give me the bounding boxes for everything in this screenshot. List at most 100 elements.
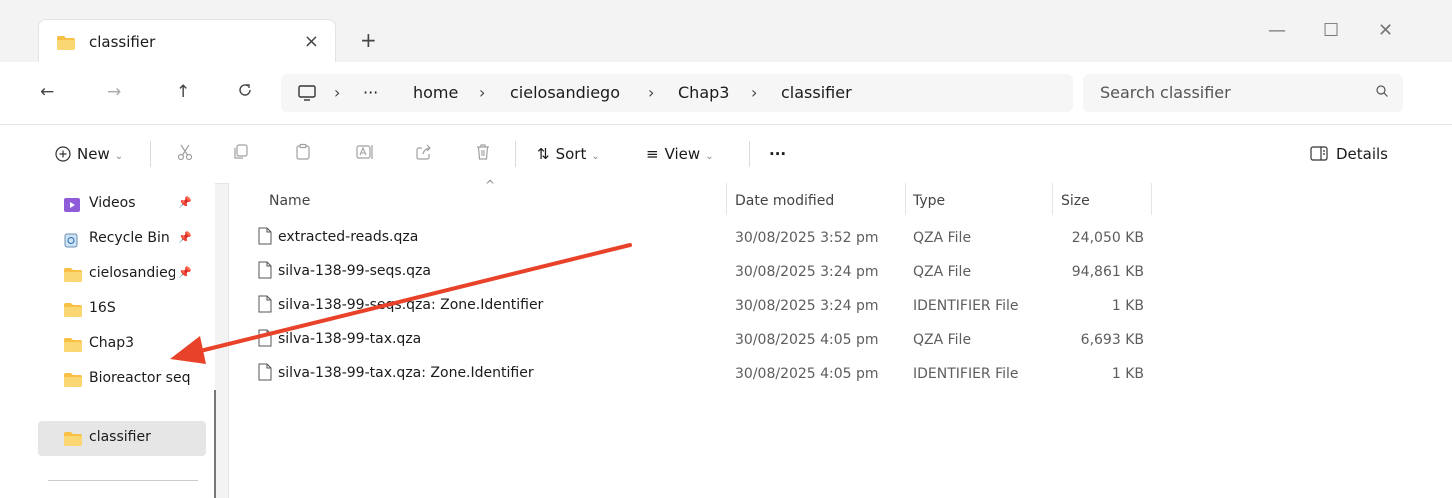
file-date: 30/08/2025 3:52 pm (735, 230, 879, 246)
new-button[interactable]: New ⌄ (55, 145, 123, 163)
sidebar-item-label: Videos (89, 195, 136, 211)
this-pc-icon (297, 84, 317, 106)
breadcrumb-overflow[interactable]: ··· (363, 83, 378, 102)
new-label: New (77, 145, 110, 163)
column-divider[interactable] (726, 183, 727, 215)
file-size: 1 KB (1111, 366, 1144, 382)
column-divider[interactable] (905, 183, 906, 215)
table-row[interactable]: silva-138-99-seqs.qza 30/08/2025 3:24 pm… (229, 257, 1452, 291)
sidebar-item-label: Chap3 (89, 335, 135, 351)
file-type: QZA File (913, 332, 972, 348)
forward-button[interactable]: → (107, 82, 121, 102)
new-tab-button[interactable]: + (360, 28, 377, 52)
column-header-name[interactable]: Name (269, 193, 310, 209)
details-button[interactable]: Details (1310, 145, 1388, 163)
folder-icon (63, 431, 83, 451)
file-date: 30/08/2025 4:05 pm (735, 332, 879, 348)
breadcrumb-chap3[interactable]: Chap3 (678, 83, 729, 102)
sort-icon: ⇅ (537, 145, 550, 163)
title-bar: classifier × + — ☐ ✕ (0, 0, 1452, 62)
file-date: 30/08/2025 3:24 pm (735, 264, 879, 280)
navigation-bar: ← → ↑ › ··· home › cielosandiego › Chap3… (0, 62, 1452, 125)
cut-icon[interactable] (177, 143, 195, 165)
breadcrumb-separator: › (334, 83, 341, 102)
delete-icon[interactable] (474, 143, 492, 165)
file-name: silva-138-99-seqs.qza꞉ Zone.Identifier (278, 297, 544, 313)
more-options-button[interactable]: ··· (769, 145, 786, 163)
rename-icon[interactable] (355, 143, 375, 165)
breadcrumb-cielosandiego[interactable]: cielosandiego (510, 83, 620, 102)
file-icon (258, 363, 272, 385)
file-date: 30/08/2025 4:05 pm (735, 366, 879, 382)
sidebar-item-label: classifier (89, 429, 151, 445)
sidebar-item-bioreactor-seq[interactable]: Bioreactor seq (38, 362, 206, 397)
view-button[interactable]: ≡ View ⌄ (646, 145, 714, 163)
share-icon[interactable] (415, 143, 433, 165)
breadcrumb-classifier[interactable]: classifier (781, 83, 852, 102)
column-header-type[interactable]: Type (913, 193, 945, 209)
folder-icon (56, 35, 76, 55)
up-button[interactable]: ↑ (176, 82, 190, 102)
details-pane-icon (1310, 146, 1328, 161)
refresh-icon (239, 84, 251, 96)
copy-icon[interactable] (232, 143, 250, 165)
maximize-button[interactable]: ☐ (1323, 20, 1339, 41)
sidebar-item-chap3[interactable]: Chap3 (38, 327, 206, 362)
file-type: QZA File (913, 264, 972, 280)
search-input[interactable]: Search classifier (1083, 74, 1403, 112)
file-icon (258, 227, 272, 249)
refresh-button[interactable] (237, 82, 253, 103)
folder-icon (63, 267, 83, 287)
pin-icon: 📌 (178, 231, 192, 244)
sidebar-item-cielosandiego[interactable]: cielosandiego 📌 (38, 257, 206, 292)
tab-close-button[interactable]: × (304, 31, 319, 52)
close-window-button[interactable]: ✕ (1378, 20, 1393, 41)
sidebar-item-label: cielosandiego (89, 265, 175, 281)
file-name: silva-138-99-tax.qza꞉ Zone.Identifier (278, 365, 534, 381)
sidebar-item-videos[interactable]: Videos 📌 (38, 187, 206, 222)
column-header-date[interactable]: Date modified (735, 193, 834, 209)
sidebar-scrollbar[interactable] (214, 390, 216, 498)
folder-icon (63, 302, 83, 322)
table-row[interactable]: silva-138-99-tax.qza꞉ Zone.Identifier 30… (229, 359, 1452, 393)
tab-classifier[interactable]: classifier × (38, 19, 336, 62)
breadcrumb-home[interactable]: home (413, 83, 458, 102)
back-button[interactable]: ← (40, 82, 54, 102)
view-icon: ≡ (646, 145, 659, 163)
table-row[interactable]: silva-138-99-tax.qza 30/08/2025 4:05 pm … (229, 325, 1452, 359)
file-size: 1 KB (1111, 298, 1144, 314)
pin-icon: 📌 (178, 266, 192, 279)
command-separator (749, 141, 750, 167)
file-type: IDENTIFIER File (913, 298, 1019, 314)
breadcrumb-separator: › (751, 83, 758, 102)
sidebar-item-16s[interactable]: 16S (38, 292, 206, 327)
file-size: 94,861 KB (1071, 264, 1144, 280)
sort-indicator-icon: ^ (485, 178, 496, 192)
file-icon (258, 261, 272, 283)
sidebar-item-label: Bioreactor seq (89, 370, 191, 386)
file-size: 6,693 KB (1080, 332, 1144, 348)
table-row[interactable]: silva-138-99-seqs.qza꞉ Zone.Identifier 3… (229, 291, 1452, 325)
minimize-button[interactable]: — (1268, 20, 1286, 41)
breadcrumb-separator: › (648, 83, 655, 102)
file-size: 24,050 KB (1071, 230, 1144, 246)
paste-icon[interactable] (294, 143, 312, 165)
folder-icon (63, 337, 83, 357)
sidebar-item-recycle-bin[interactable]: Recycle Bin 📌 (38, 222, 206, 257)
navigation-pane: Videos 📌 Recycle Bin 📌 cielosandiego 📌 1… (0, 183, 215, 498)
tab-title: classifier (89, 33, 156, 51)
breadcrumb-separator: › (479, 83, 486, 102)
sidebar-item-label: 16S (89, 300, 116, 316)
column-divider[interactable] (1052, 183, 1053, 215)
recycle-bin-icon (63, 232, 79, 252)
column-divider[interactable] (1151, 183, 1152, 215)
search-placeholder: Search classifier (1100, 83, 1231, 102)
table-row[interactable]: extracted-reads.qza 30/08/2025 3:52 pm Q… (229, 223, 1452, 257)
file-icon (258, 329, 272, 351)
sort-button[interactable]: ⇅ Sort ⌄ (537, 145, 600, 163)
sidebar-item-classifier[interactable]: classifier (38, 421, 206, 456)
search-icon (1375, 84, 1389, 102)
address-bar[interactable]: › ··· home › cielosandiego › Chap3 › cla… (281, 74, 1073, 112)
column-header-size[interactable]: Size (1061, 193, 1090, 209)
sort-label: Sort (555, 145, 587, 163)
